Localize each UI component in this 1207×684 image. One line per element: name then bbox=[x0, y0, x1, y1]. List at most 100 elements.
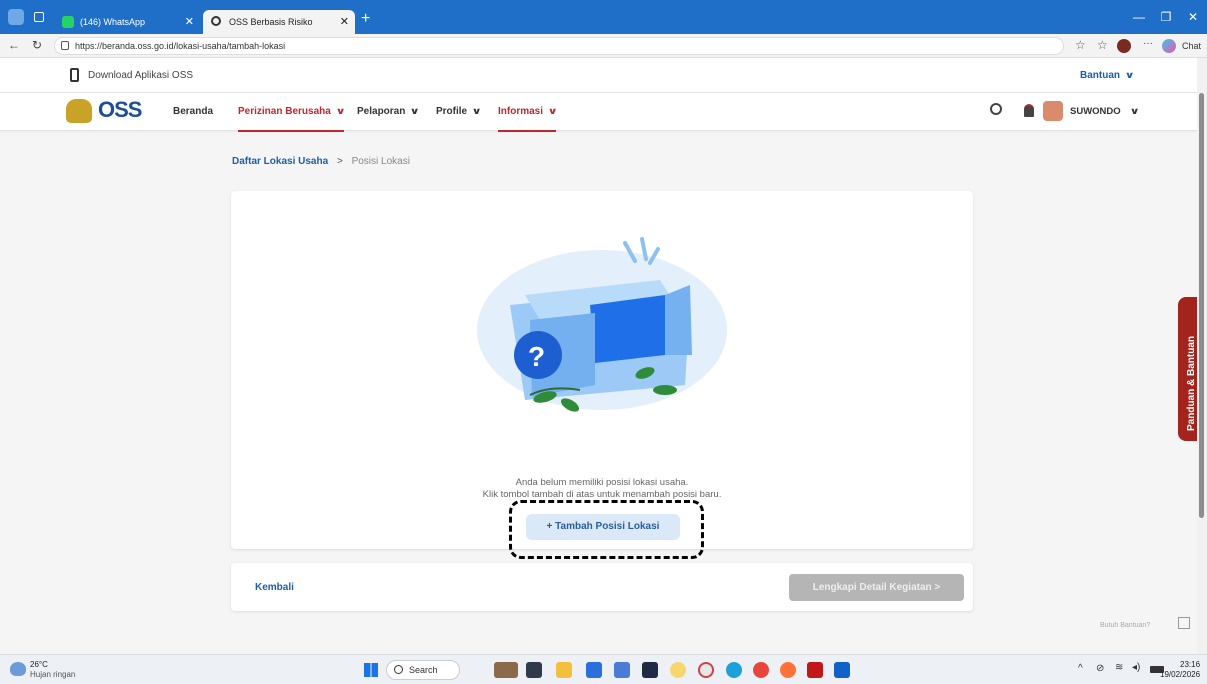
close-window-button[interactable]: ✕ bbox=[1184, 8, 1202, 26]
chat-label[interactable]: Chat bbox=[1182, 41, 1201, 51]
oss-tab-icon bbox=[211, 16, 221, 26]
lock-icon bbox=[61, 41, 69, 50]
broken-image-icon bbox=[1178, 617, 1190, 629]
outlook-icon[interactable] bbox=[834, 662, 850, 678]
phone-icon bbox=[70, 68, 79, 82]
volume-icon[interactable]: ◂) bbox=[1132, 662, 1140, 673]
active-underline bbox=[238, 130, 345, 132]
empty-state-line1: Anda belum memiliki posisi lokasi usaha. bbox=[515, 477, 689, 488]
more-options-icon[interactable]: ··· bbox=[1143, 38, 1153, 49]
weather-desc[interactable]: Hujan ringan bbox=[30, 670, 75, 679]
clock-date[interactable]: 19/02/2026 bbox=[1160, 670, 1200, 679]
complete-activity-details-button[interactable]: Lengkapi Detail Kegiatan > bbox=[789, 574, 964, 601]
taskbar-app-icon[interactable] bbox=[670, 662, 686, 678]
nav-informasi-label: Informasi bbox=[498, 106, 544, 117]
chevron-up-icon[interactable]: ^ bbox=[1078, 663, 1083, 674]
favorites-icon[interactable]: ☆ bbox=[1097, 38, 1108, 52]
user-avatar[interactable] bbox=[1043, 101, 1063, 121]
taskbar-app-icon[interactable] bbox=[494, 662, 518, 678]
tab-actions-icon[interactable] bbox=[34, 12, 44, 22]
copilot-icon[interactable] bbox=[1162, 39, 1176, 53]
help-hint-text[interactable]: Butuh Bantuan? bbox=[1100, 622, 1150, 629]
mcafee-icon[interactable] bbox=[807, 662, 823, 678]
windows-taskbar: 26°C Hujan ringan Search ^ ⊘ ≋ ◂) 23:16 … bbox=[0, 654, 1207, 684]
taskbar-search-label: Search bbox=[409, 665, 438, 675]
chrome-icon[interactable] bbox=[753, 662, 769, 678]
weather-icon bbox=[10, 662, 26, 676]
nav-profile-label: Profile bbox=[436, 106, 468, 117]
nav-beranda-label: Beranda bbox=[173, 106, 214, 117]
start-windows-icon[interactable] bbox=[364, 663, 378, 677]
chevron-down-icon: ∨ bbox=[1124, 70, 1135, 80]
breadcrumb: Daftar Lokasi Usaha > Posisi Lokasi bbox=[232, 156, 410, 167]
tab-oss-label: OSS Berbasis Risiko bbox=[229, 17, 313, 27]
breadcrumb-separator: > bbox=[336, 156, 343, 167]
breadcrumb-current: Posisi Lokasi bbox=[351, 156, 410, 167]
nav-pelaporan[interactable]: Pelaporan ∨ bbox=[357, 106, 421, 117]
restore-button[interactable]: ❐ bbox=[1157, 8, 1175, 26]
nav-pelaporan-label: Pelaporan bbox=[357, 106, 406, 117]
whatsapp-icon bbox=[62, 16, 74, 28]
firefox-icon[interactable] bbox=[780, 662, 796, 678]
address-bar-row: ← ↻ https://beranda.oss.go.id/lokasi-usa… bbox=[0, 34, 1207, 58]
browser-menu-icon[interactable] bbox=[8, 9, 24, 25]
garuda-emblem-icon bbox=[66, 99, 92, 123]
search-icon bbox=[394, 665, 403, 674]
back-link[interactable]: Kembali bbox=[255, 582, 294, 593]
tab-whatsapp[interactable]: (146) WhatsApp ✕ bbox=[54, 10, 200, 34]
nav-perizinan-berusaha[interactable]: Perizinan Berusaha ∨ bbox=[238, 106, 346, 132]
taskbar-search[interactable]: Search bbox=[386, 660, 460, 680]
tab-oss[interactable]: OSS Berbasis Risiko ✕ bbox=[203, 10, 355, 34]
highlight-annotation bbox=[509, 500, 704, 559]
top-strip: Download Aplikasi OSS Bantuan ∨ bbox=[0, 58, 1197, 93]
browser-titlebar: (146) WhatsApp ✕ OSS Berbasis Risiko ✕ +… bbox=[0, 0, 1207, 34]
chevron-down-icon: ∨ bbox=[1129, 106, 1140, 116]
security-icon[interactable] bbox=[614, 662, 630, 678]
url-input[interactable]: https://beranda.oss.go.id/lokasi-usaha/t… bbox=[54, 37, 1064, 55]
chevron-down-icon: ∨ bbox=[547, 106, 558, 116]
download-app-link[interactable]: Download Aplikasi OSS bbox=[88, 70, 193, 81]
taskbar-app-icon[interactable] bbox=[698, 662, 714, 678]
user-menu[interactable]: SUWONDO ∨ bbox=[1070, 106, 1140, 117]
breadcrumb-parent-link[interactable]: Daftar Lokasi Usaha bbox=[232, 156, 328, 167]
minimize-button[interactable]: — bbox=[1130, 8, 1148, 26]
username-label: SUWONDO bbox=[1070, 106, 1121, 117]
network-icon[interactable]: ⊘ bbox=[1096, 663, 1104, 674]
url-text: https://beranda.oss.go.id/lokasi-usaha/t… bbox=[75, 41, 286, 51]
active-underline bbox=[498, 130, 557, 132]
nav-profile[interactable]: Profile ∨ bbox=[436, 106, 482, 117]
nav-beranda[interactable]: Beranda bbox=[173, 106, 213, 117]
empty-box-illustration: ? bbox=[477, 237, 727, 412]
main-navbar: OSS Beranda Perizinan Berusaha ∨ Pelapora… bbox=[0, 93, 1197, 132]
close-icon[interactable]: ✕ bbox=[340, 10, 349, 34]
file-explorer-icon[interactable] bbox=[556, 662, 572, 678]
clock-time[interactable]: 23:16 bbox=[1180, 660, 1200, 669]
taskbar-app-icon[interactable] bbox=[642, 662, 658, 678]
svg-text:?: ? bbox=[528, 341, 545, 372]
chevron-down-icon: ∨ bbox=[335, 106, 346, 116]
search-icon[interactable] bbox=[990, 103, 1002, 115]
side-tab-label: Panduan & Bantuan bbox=[1186, 335, 1197, 431]
favorite-star-icon[interactable]: ☆ bbox=[1075, 38, 1086, 52]
close-icon[interactable]: ✕ bbox=[185, 10, 194, 34]
edge-icon[interactable] bbox=[726, 662, 742, 678]
help-menu[interactable]: Bantuan ∨ bbox=[1080, 70, 1135, 81]
weather-temp[interactable]: 26°C bbox=[30, 660, 48, 669]
profile-avatar-icon[interactable] bbox=[1117, 39, 1131, 53]
chevron-down-icon: ∨ bbox=[471, 106, 482, 116]
wifi-icon[interactable]: ≋ bbox=[1115, 662, 1123, 673]
scrollbar-thumb[interactable] bbox=[1199, 93, 1204, 518]
new-tab-button[interactable]: + bbox=[361, 10, 370, 28]
tab-whatsapp-label: (146) WhatsApp bbox=[80, 17, 146, 27]
nav-informasi[interactable]: Informasi ∨ bbox=[498, 106, 558, 132]
taskbar-app-icon[interactable] bbox=[526, 662, 542, 678]
store-icon[interactable] bbox=[586, 662, 602, 678]
back-arrow-icon[interactable]: ← bbox=[8, 38, 20, 52]
oss-logo[interactable]: OSS bbox=[98, 97, 142, 123]
chevron-down-icon: ∨ bbox=[409, 106, 421, 116]
notification-bell-icon[interactable] bbox=[1024, 104, 1034, 117]
nav-perizinan-label: Perizinan Berusaha bbox=[238, 106, 331, 117]
help-label: Bantuan bbox=[1080, 70, 1120, 81]
empty-state-message: Anda belum memiliki posisi lokasi usaha.… bbox=[231, 477, 973, 501]
refresh-icon[interactable]: ↻ bbox=[32, 38, 42, 52]
